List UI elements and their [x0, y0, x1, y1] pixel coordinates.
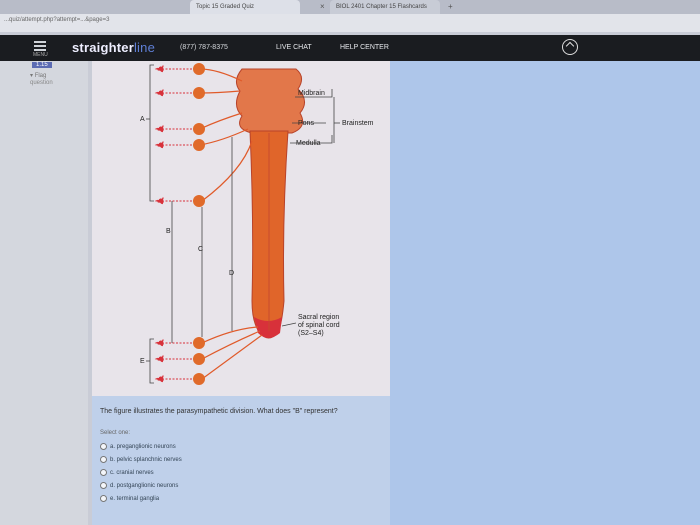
- ganglion: [193, 123, 205, 135]
- ganglion: [193, 353, 205, 365]
- label-sacral-3: (S2–S4): [298, 330, 324, 337]
- top-navbar: MENU straighterline (877) 787-8375 LIVE …: [0, 35, 700, 61]
- brand-main: straighter: [72, 40, 134, 55]
- tab-label: BIOL 2401 Chapter 15 Flashcards: [336, 4, 427, 10]
- browser-tab-strip: Topic 15 Graded Quiz × BIOL 2401 Chapter…: [0, 0, 700, 14]
- ganglion: [193, 337, 205, 349]
- label-pons: Pons: [298, 120, 314, 127]
- question-number-badge: 1.15: [32, 62, 52, 68]
- ganglion: [193, 139, 205, 151]
- address-bar[interactable]: ...quiz/attempt.php?attempt=...&page=3: [0, 14, 700, 32]
- browser-tab-quiz[interactable]: Topic 15 Graded Quiz: [190, 0, 300, 14]
- answer-option-b[interactable]: b. pelvic splanchnic nerves: [100, 456, 182, 463]
- user-account-icon[interactable]: [562, 39, 578, 55]
- select-one-label: Select one:: [100, 430, 131, 436]
- option-label: b. pelvic splanchnic nerves: [110, 457, 182, 464]
- option-label: c. cranial nerves: [110, 470, 154, 477]
- ganglion: [193, 373, 205, 385]
- left-sidebar: [0, 61, 88, 525]
- radio-button[interactable]: [100, 482, 107, 489]
- help-center-link[interactable]: HELP CENTER: [340, 44, 389, 51]
- brand-logo[interactable]: straighterline: [72, 40, 155, 55]
- radio-button[interactable]: [100, 495, 107, 502]
- ganglion: [193, 87, 205, 99]
- label-d: D: [229, 270, 234, 277]
- browser-tab-flashcards[interactable]: BIOL 2401 Chapter 15 Flashcards: [330, 0, 440, 14]
- option-label: a. preganglionic neurons: [110, 444, 176, 451]
- phone-number: (877) 787-8375: [180, 44, 228, 51]
- option-label: d. postganglionic neurons: [110, 483, 179, 490]
- answer-option-a[interactable]: a. preganglionic neurons: [100, 443, 176, 450]
- label-c: C: [198, 246, 203, 253]
- option-label: e. terminal ganglia: [110, 496, 160, 503]
- brainstem-shape: [236, 68, 305, 134]
- label-medulla: Medulla: [296, 140, 321, 147]
- flag-label: Flag: [34, 73, 47, 79]
- right-pane: [390, 61, 700, 525]
- brand-line: line: [133, 40, 156, 55]
- figure-svg: Midbrain Pons Medulla Brainstem Sacral r…: [140, 63, 374, 385]
- question-text: The figure illustrates the parasympathet…: [100, 408, 338, 415]
- label-b: B: [166, 228, 171, 235]
- label-midbrain: Midbrain: [298, 90, 325, 97]
- close-icon[interactable]: ×: [320, 0, 325, 14]
- radio-button[interactable]: [100, 469, 107, 476]
- label-a: A: [140, 116, 145, 123]
- menu-icon[interactable]: [34, 39, 46, 53]
- label-e: E: [140, 358, 145, 365]
- answer-option-e[interactable]: e. terminal ganglia: [100, 495, 159, 502]
- ganglion: [193, 63, 205, 75]
- parasympathetic-figure: Midbrain Pons Medulla Brainstem Sacral r…: [92, 61, 390, 396]
- answer-option-d[interactable]: d. postganglionic neurons: [100, 482, 178, 489]
- menu-label: MENU: [33, 52, 48, 58]
- label-sacral-1: Sacral region: [298, 314, 339, 321]
- live-chat-link[interactable]: LIVE CHAT: [276, 44, 312, 51]
- radio-button[interactable]: [100, 443, 107, 450]
- tab-label: Topic 15 Graded Quiz: [196, 4, 255, 10]
- new-tab-button[interactable]: +: [448, 0, 453, 14]
- radio-button[interactable]: [100, 456, 107, 463]
- label-sacral-2: of spinal cord: [298, 322, 340, 329]
- answer-option-c[interactable]: c. cranial nerves: [100, 469, 154, 476]
- flag-sub-label: question: [30, 80, 53, 86]
- label-brainstem: Brainstem: [342, 120, 374, 127]
- ganglion: [193, 195, 205, 207]
- flag-question-link[interactable]: ▾ Flag: [30, 72, 46, 79]
- address-text: ...quiz/attempt.php?attempt=...&page=3: [4, 17, 110, 23]
